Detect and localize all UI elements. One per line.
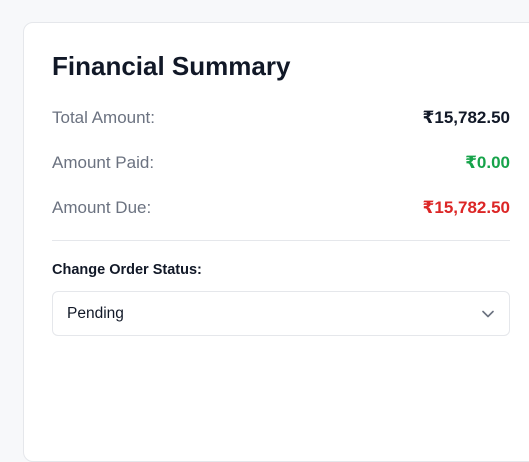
amount-due-row: Amount Due: ₹15,782.50 — [52, 198, 510, 218]
amount-paid-value: ₹0.00 — [465, 153, 510, 172]
total-amount-label: Total Amount: — [52, 108, 156, 127]
amount-paid-row: Amount Paid: ₹0.00 — [52, 153, 510, 173]
financial-summary-card: Financial Summary Total Amount: ₹15,782.… — [23, 22, 529, 462]
total-amount-row: Total Amount: ₹15,782.50 — [52, 108, 510, 128]
change-order-status-label: Change Order Status: — [52, 262, 202, 278]
card-title: Financial Summary — [52, 51, 291, 81]
amount-paid-label: Amount Paid: — [52, 153, 155, 172]
chevron-down-icon — [481, 307, 495, 321]
total-amount-value: ₹15,782.50 — [422, 108, 510, 127]
divider — [52, 240, 510, 241]
order-status-selected-value: Pending — [67, 304, 124, 322]
order-status-select[interactable]: Pending — [52, 291, 510, 336]
amount-due-label: Amount Due: — [52, 198, 152, 217]
amount-due-value: ₹15,782.50 — [422, 198, 510, 217]
